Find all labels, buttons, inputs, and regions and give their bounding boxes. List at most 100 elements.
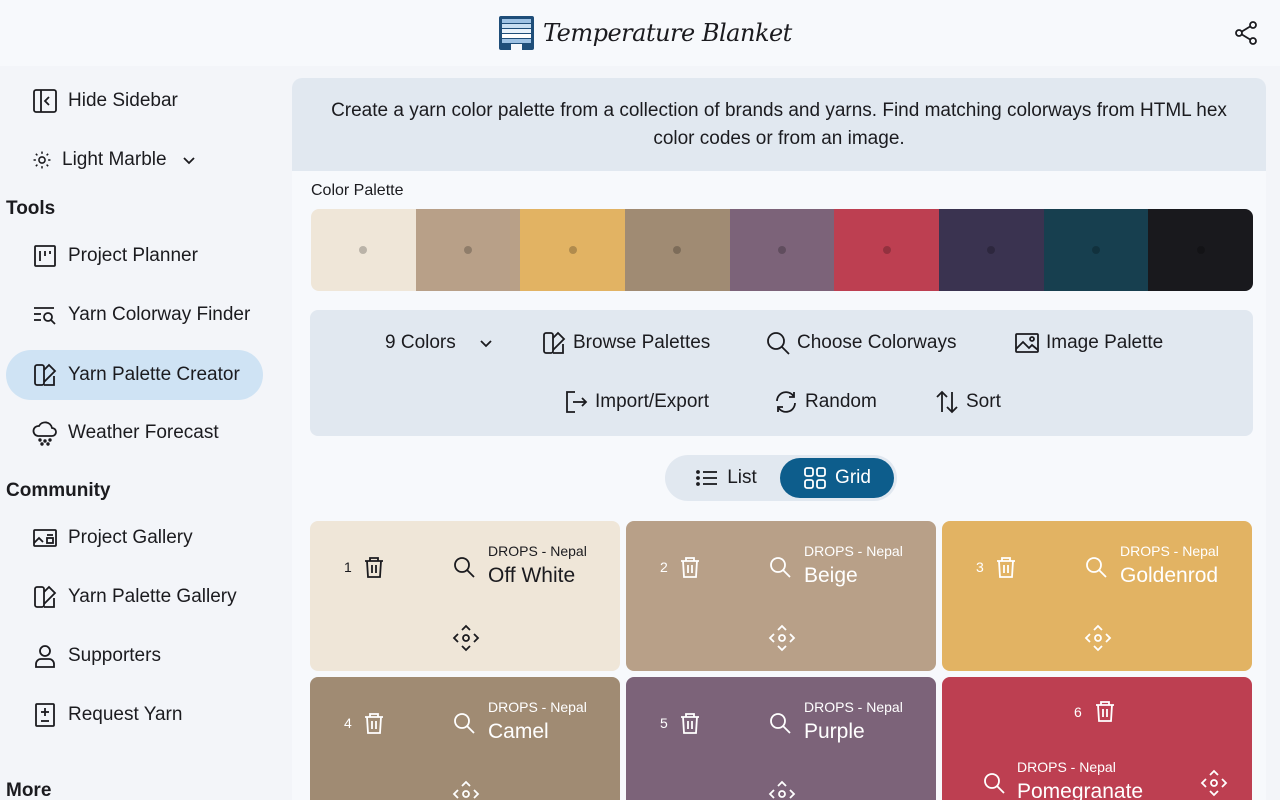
random-button[interactable]: Random bbox=[773, 387, 877, 417]
hide-sidebar-button[interactable]: Hide Sidebar bbox=[6, 76, 263, 126]
palette-swatch[interactable] bbox=[520, 209, 626, 291]
browse-palettes-button[interactable]: Browse Palettes bbox=[541, 328, 710, 358]
color-count-select[interactable]: 9 Colors bbox=[385, 328, 494, 358]
scrollbar-track[interactable] bbox=[1266, 66, 1280, 800]
move-icon[interactable] bbox=[452, 624, 480, 652]
yarn-card[interactable]: 5 DROPS - Nepal Purple bbox=[626, 677, 936, 800]
drag-handle-dot[interactable] bbox=[987, 246, 996, 254]
sidebar-item-yarn-palette-gallery[interactable]: Yarn Palette Gallery bbox=[6, 572, 263, 622]
drag-handle-dot[interactable] bbox=[464, 246, 472, 254]
yarn-brand: DROPS - Nepal bbox=[1120, 543, 1219, 559]
search-icon[interactable] bbox=[452, 555, 476, 579]
sidebar-item-yarn-colorway-finder[interactable]: Yarn Colorway Finder bbox=[6, 290, 263, 340]
palette-swatch[interactable] bbox=[1043, 209, 1149, 291]
sort-icon bbox=[934, 389, 960, 415]
move-icon[interactable] bbox=[1084, 624, 1112, 652]
share-icon[interactable] bbox=[1233, 20, 1259, 46]
palette-label: Color Palette bbox=[311, 182, 404, 199]
hide-sidebar-label: Hide Sidebar bbox=[68, 90, 178, 111]
colorway-name: Pomegranate bbox=[1017, 780, 1144, 800]
sidebar-item-label: Yarn Palette Creator bbox=[68, 364, 240, 385]
yarn-card[interactable]: 2 DROPS - Nepal Beige bbox=[626, 521, 936, 671]
move-icon[interactable] bbox=[1200, 769, 1228, 797]
import-export-button[interactable]: Import/Export bbox=[563, 387, 709, 417]
sidebar-item-supporters[interactable]: Supporters bbox=[6, 631, 263, 681]
drag-handle-dot[interactable] bbox=[1196, 246, 1205, 254]
search-icon[interactable] bbox=[982, 771, 1006, 795]
palette-toolbar: 9 Colors Browse Palettes Choose Colorway… bbox=[310, 310, 1253, 436]
list-search-icon bbox=[32, 302, 58, 328]
choose-colorways-label: Choose Colorways bbox=[797, 332, 957, 353]
person-icon bbox=[32, 643, 58, 669]
yarn-card[interactable]: 4 DROPS - Nepal Camel bbox=[310, 677, 620, 800]
palette-swatch[interactable] bbox=[729, 209, 835, 291]
move-icon[interactable] bbox=[768, 624, 796, 652]
move-icon[interactable] bbox=[452, 780, 480, 800]
sidebar-item-label: Request Yarn bbox=[68, 704, 183, 725]
swatchbook-icon bbox=[32, 362, 58, 388]
yarn-brand: DROPS - Nepal bbox=[488, 543, 587, 559]
move-icon[interactable] bbox=[768, 780, 796, 800]
palette-swatch[interactable] bbox=[415, 209, 521, 291]
palette-swatch[interactable] bbox=[834, 209, 940, 291]
cloud-snow-icon bbox=[32, 420, 58, 446]
sidebar-item-label: Weather Forecast bbox=[68, 422, 219, 443]
sort-button[interactable]: Sort bbox=[934, 387, 1001, 417]
drag-handle-dot[interactable] bbox=[568, 246, 577, 254]
image-palette-button[interactable]: Image Palette bbox=[1014, 328, 1163, 358]
sidebar: Hide Sidebar Light Marble Tools Project … bbox=[0, 66, 290, 800]
image-palette-label: Image Palette bbox=[1046, 332, 1164, 353]
sidebar-item-yarn-palette-creator[interactable]: Yarn Palette Creator bbox=[6, 350, 263, 400]
trash-icon[interactable] bbox=[994, 555, 1018, 579]
card-number: 2 bbox=[660, 559, 668, 575]
drag-handle-dot[interactable] bbox=[882, 246, 891, 254]
random-label: Random bbox=[805, 391, 877, 412]
app-logo[interactable]: Temperature Blanket bbox=[499, 16, 792, 50]
request-icon bbox=[32, 702, 58, 728]
theme-selector[interactable]: Light Marble bbox=[6, 135, 263, 185]
yarn-card[interactable]: 3 DROPS - Nepal Goldenrod bbox=[942, 521, 1252, 671]
sidebar-item-label: Yarn Palette Gallery bbox=[68, 586, 237, 607]
list-icon bbox=[695, 466, 719, 490]
list-view-button[interactable]: List bbox=[671, 458, 781, 498]
sidebar-item-weather-forecast[interactable]: Weather Forecast bbox=[6, 408, 263, 458]
trash-icon[interactable] bbox=[362, 711, 386, 735]
colorway-name: Goldenrod bbox=[1120, 564, 1219, 587]
view-toggle: List Grid bbox=[665, 455, 897, 501]
search-icon[interactable] bbox=[768, 555, 792, 579]
yarn-card[interactable]: 6 DROPS - Nepal Pomegranate bbox=[942, 677, 1252, 800]
card-number: 1 bbox=[344, 559, 352, 575]
yarn-card[interactable]: 1 DROPS - Nepal Off White bbox=[310, 521, 620, 671]
drag-handle-dot[interactable] bbox=[1092, 246, 1101, 254]
palette-swatch[interactable] bbox=[311, 209, 416, 291]
grid-view-button[interactable]: Grid bbox=[780, 458, 894, 498]
sidebar-item-project-planner[interactable]: Project Planner bbox=[6, 231, 263, 281]
search-icon bbox=[765, 330, 791, 356]
main-panel: Create a yarn color palette from a colle… bbox=[292, 78, 1266, 800]
card-number: 5 bbox=[660, 715, 668, 731]
sidebar-item-project-gallery[interactable]: Project Gallery bbox=[6, 513, 263, 563]
drag-handle-dot[interactable] bbox=[673, 246, 682, 254]
palette-swatch[interactable] bbox=[625, 209, 730, 291]
swatchbook-icon bbox=[541, 330, 567, 356]
trash-icon[interactable] bbox=[678, 711, 702, 735]
drag-handle-dot[interactable] bbox=[778, 246, 787, 254]
import-export-label: Import/Export bbox=[595, 391, 710, 412]
search-icon[interactable] bbox=[1084, 555, 1108, 579]
card-number: 4 bbox=[344, 715, 352, 731]
trash-icon[interactable] bbox=[362, 555, 386, 579]
refresh-icon bbox=[773, 389, 799, 415]
trash-icon[interactable] bbox=[1093, 699, 1117, 723]
colorway-name: Camel bbox=[488, 720, 549, 743]
grid-icon bbox=[803, 466, 827, 490]
palette-swatch[interactable] bbox=[939, 209, 1044, 291]
search-icon[interactable] bbox=[768, 711, 792, 735]
choose-colorways-button[interactable]: Choose Colorways bbox=[765, 328, 956, 358]
trash-icon[interactable] bbox=[678, 555, 702, 579]
drag-handle-dot[interactable] bbox=[359, 246, 368, 254]
chevron-down-icon bbox=[480, 340, 492, 348]
palette-swatch[interactable] bbox=[1148, 209, 1253, 291]
blanket-logo-icon bbox=[499, 16, 534, 50]
sidebar-item-request-yarn[interactable]: Request Yarn bbox=[6, 690, 263, 740]
search-icon[interactable] bbox=[452, 711, 476, 735]
